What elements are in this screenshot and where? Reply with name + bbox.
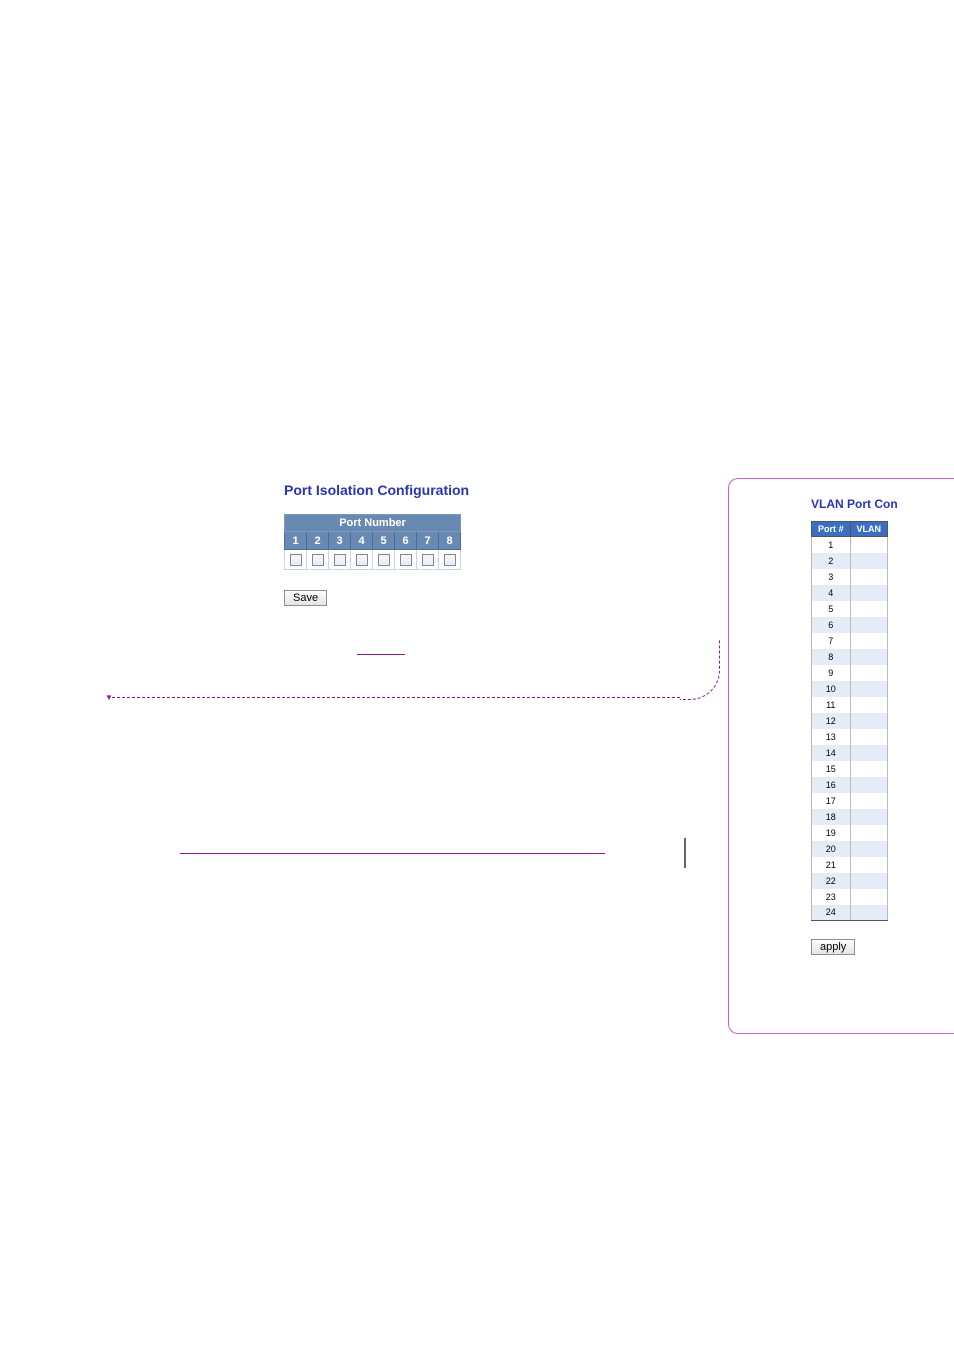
table-row: 1 [812,537,888,553]
vlan-port-panel: VLAN Port Con Port # VLAN 1 2 3 4 5 6 7 … [728,478,954,1034]
annotation-line [357,654,405,655]
table-row: 6 [812,617,888,633]
port-checkbox-1[interactable] [290,554,302,566]
port-num-8: 8 [439,532,461,550]
table-row: 10 [812,681,888,697]
port-num-7: 7 [417,532,439,550]
port-num-4: 4 [351,532,373,550]
table-row: 5 [812,601,888,617]
table-row: 20 [812,841,888,857]
port-num-5: 5 [373,532,395,550]
apply-button[interactable]: apply [811,939,855,955]
annotation-curve [680,640,720,700]
port-checkbox-3[interactable] [334,554,346,566]
table-row: 2 [812,553,888,569]
vlan-col-port: Port # [812,522,851,537]
page-canvas: Port Isolation Configuration Port Number… [0,0,954,1348]
annotation-underline [180,853,605,854]
table-row: 11 [812,697,888,713]
port-isolation-title: Port Isolation Configuration [284,482,469,498]
table-row: 16 [812,777,888,793]
port-checkbox-8[interactable] [444,554,456,566]
save-button[interactable]: Save [284,590,327,606]
table-row: 17 [812,793,888,809]
table-row: 14 [812,745,888,761]
port-num-6: 6 [395,532,417,550]
port-checkbox-row [285,550,461,570]
port-checkbox-6[interactable] [400,554,412,566]
table-row: 24 [812,905,888,921]
table-row: 22 [812,873,888,889]
port-isolation-section: Port Isolation Configuration Port Number… [284,482,469,606]
table-row: 9 [812,665,888,681]
table-row: 19 [812,825,888,841]
port-checkbox-7[interactable] [422,554,434,566]
table-row: 3 [812,569,888,585]
port-number-table: Port Number 1 2 3 4 5 6 7 8 [284,514,461,570]
port-num-3: 3 [329,532,351,550]
table-row: 15 [812,761,888,777]
table-row: 7 [812,633,888,649]
table-row: 8 [812,649,888,665]
vlan-port-title: VLAN Port Con [811,497,954,511]
table-row: 18 [812,809,888,825]
port-checkbox-2[interactable] [312,554,324,566]
port-num-2: 2 [307,532,329,550]
annotation-tick [684,838,686,868]
annotation-dashed-line [112,697,680,698]
port-checkbox-4[interactable] [356,554,368,566]
vlan-port-table: Port # VLAN 1 2 3 4 5 6 7 8 9 10 11 12 1… [811,521,888,921]
vlan-col-vlan: VLAN [850,522,888,537]
table-row: 4 [812,585,888,601]
table-row: 13 [812,729,888,745]
port-checkbox-5[interactable] [378,554,390,566]
port-number-row: 1 2 3 4 5 6 7 8 [285,532,461,550]
port-number-header: Port Number [285,515,461,532]
table-row: 12 [812,713,888,729]
port-num-1: 1 [285,532,307,550]
table-row: 23 [812,889,888,905]
table-row: 21 [812,857,888,873]
